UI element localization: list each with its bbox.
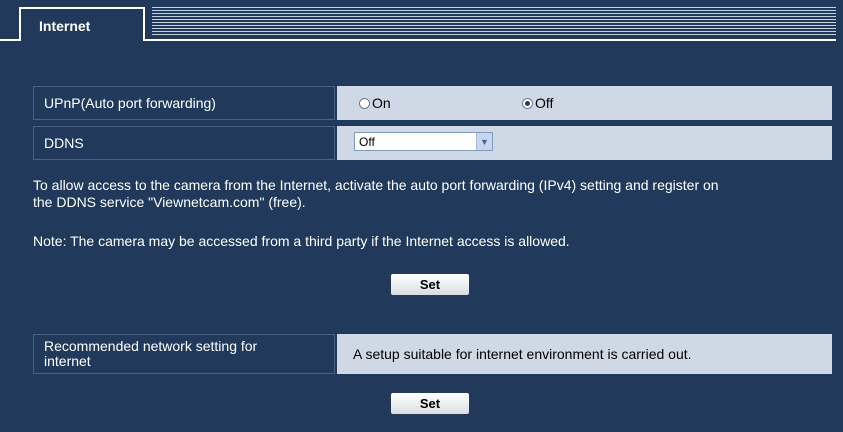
ddns-label: DDNS bbox=[33, 126, 335, 160]
tab-header-lines bbox=[152, 7, 836, 37]
chevron-down-icon[interactable]: ▼ bbox=[476, 133, 492, 150]
info-line-2: the DDNS service "Viewnetcam.com" (free)… bbox=[33, 194, 306, 210]
ddns-select[interactable]: Off ▼ bbox=[354, 132, 493, 151]
recommended-label: Recommended network setting for internet bbox=[33, 334, 335, 374]
ddns-select-value: Off bbox=[359, 134, 375, 149]
tab-base-line bbox=[145, 39, 836, 41]
recommended-set-button[interactable]: Set bbox=[390, 392, 470, 415]
radio-off[interactable] bbox=[522, 97, 533, 109]
tab-internet[interactable]: Internet bbox=[19, 7, 145, 41]
recommended-value: A setup suitable for internet environmen… bbox=[337, 334, 832, 374]
ddns-row: DDNS Off ▼ bbox=[33, 126, 832, 160]
radio-on[interactable] bbox=[359, 97, 370, 109]
upnp-on-option[interactable]: On bbox=[359, 86, 391, 120]
tab-label: Internet bbox=[39, 18, 91, 34]
upnp-off-option[interactable]: Off bbox=[522, 86, 553, 120]
note-text: Note: The camera may be accessed from a … bbox=[33, 233, 570, 249]
recommended-row: Recommended network setting for internet… bbox=[33, 334, 832, 374]
recommended-label-line-2: internet bbox=[44, 353, 91, 369]
set-button[interactable]: Set bbox=[390, 273, 470, 296]
recommended-label-line-1: Recommended network setting for bbox=[44, 338, 258, 354]
upnp-label: UPnP(Auto port forwarding) bbox=[33, 86, 335, 120]
info-text: To allow access to the camera from the I… bbox=[33, 177, 833, 211]
info-line-1: To allow access to the camera from the I… bbox=[33, 177, 719, 193]
tab-base-line bbox=[0, 39, 19, 41]
radio-off-label: Off bbox=[535, 95, 554, 111]
upnp-row: UPnP(Auto port forwarding) On Off bbox=[33, 86, 832, 120]
ddns-value: Off ▼ bbox=[337, 126, 832, 160]
radio-on-label: On bbox=[372, 95, 391, 111]
upnp-value: On Off bbox=[337, 86, 832, 120]
internet-settings-panel: Internet UPnP(Auto port forwarding) On O… bbox=[0, 0, 843, 432]
